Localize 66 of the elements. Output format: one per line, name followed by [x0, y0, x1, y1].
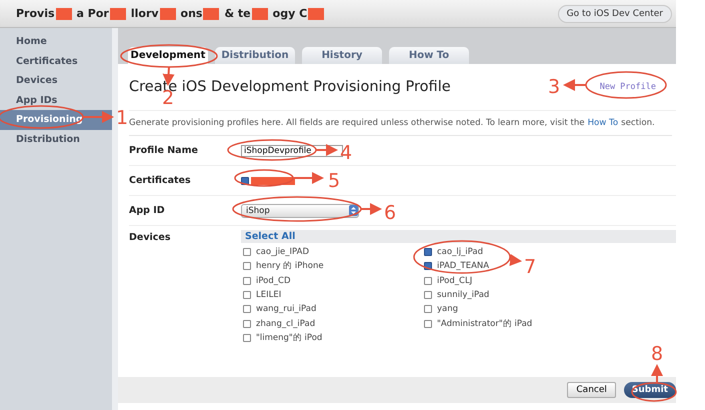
redaction-mark — [160, 8, 176, 20]
sidebar-item[interactable]: Distribution — [0, 130, 112, 150]
title-fragment: ons — [180, 7, 202, 20]
redaction-mark — [252, 8, 268, 20]
annotation-number: 7 — [524, 256, 536, 278]
device-checkbox[interactable] — [424, 248, 432, 256]
device-checkbox[interactable] — [424, 305, 432, 314]
title-fragment: a Por — [76, 7, 109, 20]
annotation-number: 1 — [116, 107, 128, 129]
device-checkbox[interactable] — [243, 248, 251, 256]
device-checkbox[interactable] — [424, 320, 432, 328]
sidebar-item[interactable]: Devices — [0, 71, 112, 91]
redaction-mark — [56, 8, 72, 20]
device-name: iPAD_TEANA — [437, 261, 490, 272]
field-label: Devices — [129, 231, 172, 243]
device-checkbox[interactable] — [243, 305, 251, 314]
tab[interactable]: History — [302, 47, 382, 64]
device-checkbox[interactable] — [243, 276, 251, 285]
select-all-link[interactable]: Select All — [245, 231, 296, 242]
annotation-number: 4 — [340, 142, 352, 164]
device-checkbox[interactable] — [243, 320, 251, 328]
field-label: Profile Name — [129, 145, 199, 156]
title-fragment: & te — [224, 7, 251, 20]
field-label: Certificates — [129, 175, 192, 186]
title-fragment: Provis — [16, 7, 55, 20]
sidebar-item[interactable]: Home — [0, 32, 112, 52]
device-checkbox[interactable] — [243, 291, 251, 300]
tab[interactable]: How To — [389, 47, 469, 64]
how-to-link[interactable]: How To — [588, 118, 618, 128]
intro-text-end: section. — [621, 118, 655, 128]
redaction-mark — [308, 8, 324, 20]
field-label: App ID — [129, 205, 166, 216]
device-checkbox[interactable] — [243, 262, 251, 270]
annotation-drawing — [631, 364, 677, 402]
cancel-button[interactable]: Cancel — [567, 382, 616, 398]
tab[interactable]: Distribution — [215, 47, 295, 64]
device-name: iPod_CD — [256, 276, 291, 286]
title-fragment: llorv — [130, 7, 159, 20]
title-fragment: ogy C — [272, 7, 308, 20]
device-name: "Administrator"的 iPad — [437, 318, 532, 330]
device-name: henry 的 iPhone — [256, 260, 324, 272]
device-name: zhang_cl_iPad — [256, 318, 316, 329]
device-name: sunnily_iPad — [437, 290, 490, 300]
redaction-mark — [110, 8, 126, 20]
annotation-number: 6 — [384, 202, 396, 224]
device-name: LEILEI — [256, 290, 282, 300]
device-name: iPod_CLJ — [437, 276, 472, 286]
redaction-mark — [251, 176, 295, 184]
redaction-mark — [203, 8, 220, 20]
device-name: "limeng"的 iPod — [256, 332, 322, 344]
annotation-number: 3 — [548, 76, 560, 98]
device-name: cao_jie_IPAD — [256, 247, 309, 258]
sidebar-item[interactable]: App IDs — [0, 90, 112, 110]
device-checkbox[interactable] — [424, 291, 432, 300]
intro-text: Generate provisioning profiles here. All fields are required unless otherwise noted. To learn more, visit the — [129, 118, 585, 128]
dev-center-button[interactable]: Go to iOS Dev Center — [558, 4, 672, 22]
app-id-dropdown[interactable]: iShop — [241, 204, 359, 218]
annotation-number: 5 — [328, 170, 340, 192]
device-name: wang_rui_iPad — [256, 304, 316, 314]
device-name: cao_lj_iPad — [437, 247, 484, 258]
annotation-number: 8 — [651, 343, 664, 365]
tab[interactable]: Development — [128, 47, 208, 64]
sidebar-item[interactable]: Certificates — [0, 52, 112, 72]
device-name: yang — [437, 304, 458, 314]
device-checkbox[interactable] — [243, 334, 251, 342]
device-checkbox[interactable] — [424, 276, 432, 285]
